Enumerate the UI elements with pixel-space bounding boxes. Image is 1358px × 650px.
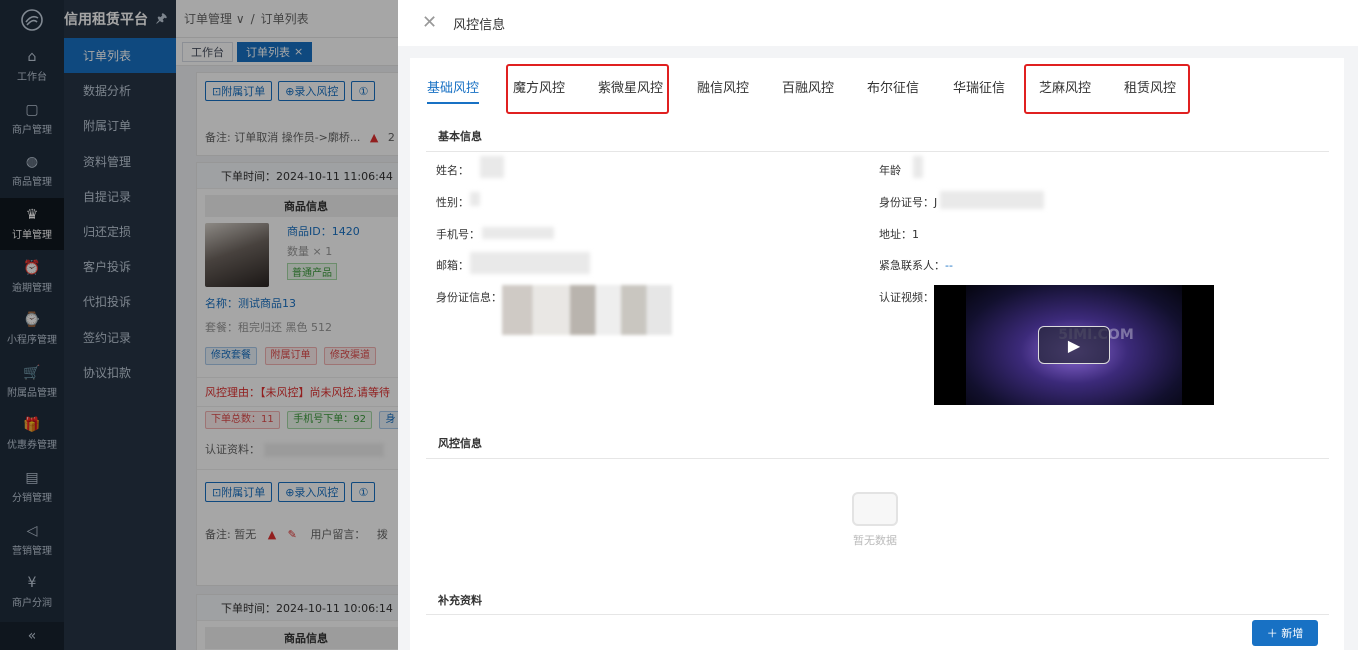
field-age-label: 年龄 (879, 164, 901, 177)
field-phone: 手机号： (436, 226, 480, 242)
play-icon[interactable]: ▶ (1038, 326, 1110, 364)
field-gender: 性别： (436, 194, 469, 210)
email-value-blurred (470, 252, 590, 274)
extra-info-title: 补充资料 (438, 594, 482, 607)
close-icon[interactable]: ✕ (422, 14, 437, 32)
field-emergency-label: 紧急联系人： (879, 259, 945, 272)
field-email: 邮箱： (436, 257, 469, 273)
active-tab-indicator (427, 102, 479, 104)
risk-info-divider (426, 458, 1329, 459)
field-age: 年龄 (879, 162, 901, 178)
name-value-blurred (480, 156, 504, 178)
risk-drawer: ✕ 风控信息 基础风控 魔方风控 紫微星风控 融信风控 百融风控 布尔征信 华瑞… (398, 0, 1358, 650)
field-id-number: 身份证号：J (879, 194, 937, 210)
empty-text: 暂无数据 (853, 534, 897, 547)
field-address: 地址：1 (879, 226, 919, 242)
field-id-info: 身份证信息： (436, 289, 502, 305)
tab-basic-risk[interactable]: 基础风控 (427, 77, 479, 96)
id-card-image-blurred[interactable] (502, 285, 672, 335)
tab-rongxin-risk[interactable]: 融信风控 (697, 77, 749, 96)
empty-box-icon (852, 492, 898, 526)
risk-panel: 基础风控 魔方风控 紫微星风控 融信风控 百融风控 布尔征信 华瑞征信 芝麻风控… (410, 58, 1344, 650)
basic-info-title: 基本信息 (438, 130, 482, 143)
field-address-label: 地址： (879, 228, 912, 241)
risk-tabs: 基础风控 魔方风控 紫微星风控 融信风控 百融风控 布尔征信 华瑞征信 芝麻风控… (410, 58, 1344, 114)
highlight-box-2 (1024, 64, 1190, 114)
field-id-info-label: 身份证信息： (436, 291, 502, 304)
id-number-prefix: J (934, 196, 938, 209)
empty-state: 暂无数据 (810, 492, 940, 548)
tab-huarui-credit[interactable]: 华瑞征信 (953, 77, 1005, 96)
tab-buer-credit[interactable]: 布尔征信 (867, 77, 919, 96)
field-phone-label: 手机号： (436, 228, 480, 241)
field-id-number-label: 身份证号： (879, 196, 934, 209)
tab-bairong-risk[interactable]: 百融风控 (782, 77, 834, 96)
field-auth-video: 认证视频： (879, 289, 934, 305)
field-emergency-value: -- (945, 259, 953, 272)
field-name: 姓名： (436, 162, 469, 178)
auth-video-player[interactable]: 5IMI.COM ▶ (934, 285, 1214, 405)
field-name-label: 姓名： (436, 164, 469, 177)
add-button[interactable]: ＋ 新增 (1252, 620, 1318, 646)
phone-value-blurred (482, 227, 554, 239)
drawer-title: 风控信息 (453, 17, 506, 33)
basic-info-divider (426, 151, 1329, 152)
field-auth-video-label: 认证视频： (879, 291, 934, 304)
field-address-value: 1 (912, 228, 919, 241)
id-number-value-blurred (940, 191, 1044, 209)
field-gender-label: 性别： (436, 196, 469, 209)
highlight-box-1 (506, 64, 669, 114)
gender-value-blurred (470, 192, 480, 206)
field-emergency-contact: 紧急联系人：-- (879, 257, 953, 273)
drawer-header: ✕ 风控信息 (398, 0, 1358, 46)
age-value-blurred (913, 156, 923, 178)
field-email-label: 邮箱： (436, 259, 469, 272)
risk-info-title: 风控信息 (438, 437, 482, 450)
extra-info-divider (426, 614, 1329, 615)
